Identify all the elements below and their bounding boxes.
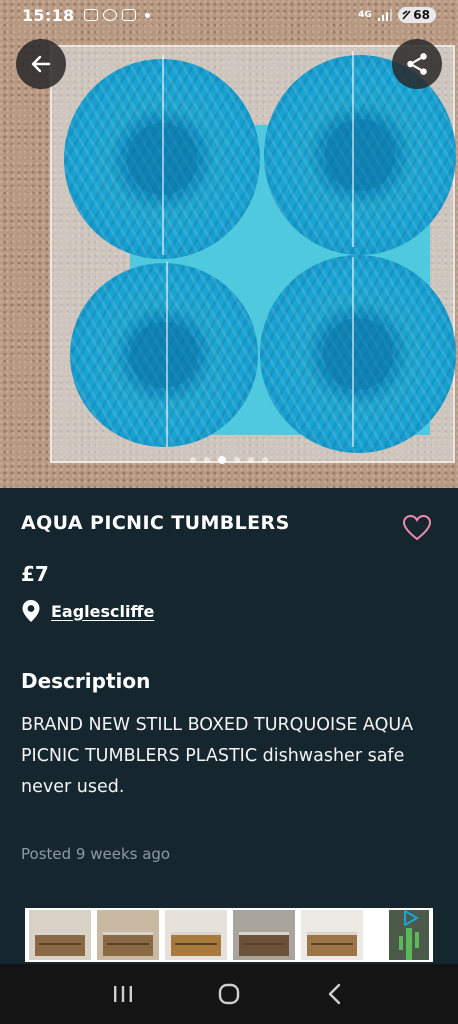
location-pin-icon [22, 600, 40, 622]
ad-choices-button[interactable] [403, 910, 419, 930]
pagination-dot-active[interactable] [218, 456, 226, 464]
status-time: 15:18 [22, 5, 75, 25]
chevron-left-icon [328, 983, 341, 1005]
ad-product-image[interactable] [165, 910, 227, 960]
chrome-icon [103, 9, 118, 21]
pagination-dot[interactable] [204, 457, 210, 463]
notification-icon [122, 9, 137, 21]
location-link[interactable]: Eaglescliffe [51, 602, 154, 621]
network-type: 4G [358, 9, 372, 20]
share-button[interactable] [392, 39, 442, 89]
nav-back-button[interactable] [315, 974, 355, 1014]
listing-price: £7 [21, 562, 49, 586]
favorite-button[interactable] [402, 514, 432, 542]
status-bar: 15:18 4G 68 [0, 0, 458, 30]
pagination-dot[interactable] [248, 457, 254, 463]
system-nav-bar [0, 964, 458, 1024]
location-row[interactable]: Eaglescliffe [21, 599, 154, 623]
screenshot-icon [84, 9, 99, 21]
ad-product-image[interactable] [29, 910, 91, 960]
listing-title: AQUA PICNIC TUMBLERS [21, 512, 290, 534]
gallery-pagination [0, 456, 458, 464]
battery-indicator: 68 [398, 7, 436, 23]
pagination-dot[interactable] [262, 457, 268, 463]
more-notifications-icon [145, 12, 151, 18]
description-text: BRAND NEW STILL BOXED TURQUOISE AQUA PIC… [21, 715, 414, 797]
listing-photo[interactable] [0, 0, 458, 488]
recents-icon [114, 986, 132, 1002]
pagination-dot[interactable] [234, 457, 240, 463]
heart-icon [402, 514, 432, 541]
posted-date: Posted 9 weeks ago [21, 845, 171, 863]
product-box [50, 45, 456, 463]
ad-product-image[interactable] [233, 910, 295, 960]
ad-product-image[interactable] [97, 910, 159, 960]
tumbler [70, 263, 258, 447]
recents-button[interactable] [103, 974, 143, 1014]
arrow-left-icon [31, 55, 51, 73]
back-button[interactable] [16, 39, 66, 89]
battery-saver-icon [402, 10, 411, 20]
tumbler [260, 255, 456, 453]
ad-choices-icon [404, 910, 418, 926]
home-icon [218, 983, 240, 1005]
share-icon [407, 53, 427, 75]
description-heading: Description [21, 669, 151, 693]
signal-icon [377, 9, 393, 21]
ad-product-image[interactable] [301, 910, 363, 960]
home-button[interactable] [209, 974, 249, 1014]
ad-banner[interactable] [25, 908, 433, 962]
pagination-dot[interactable] [190, 457, 196, 463]
